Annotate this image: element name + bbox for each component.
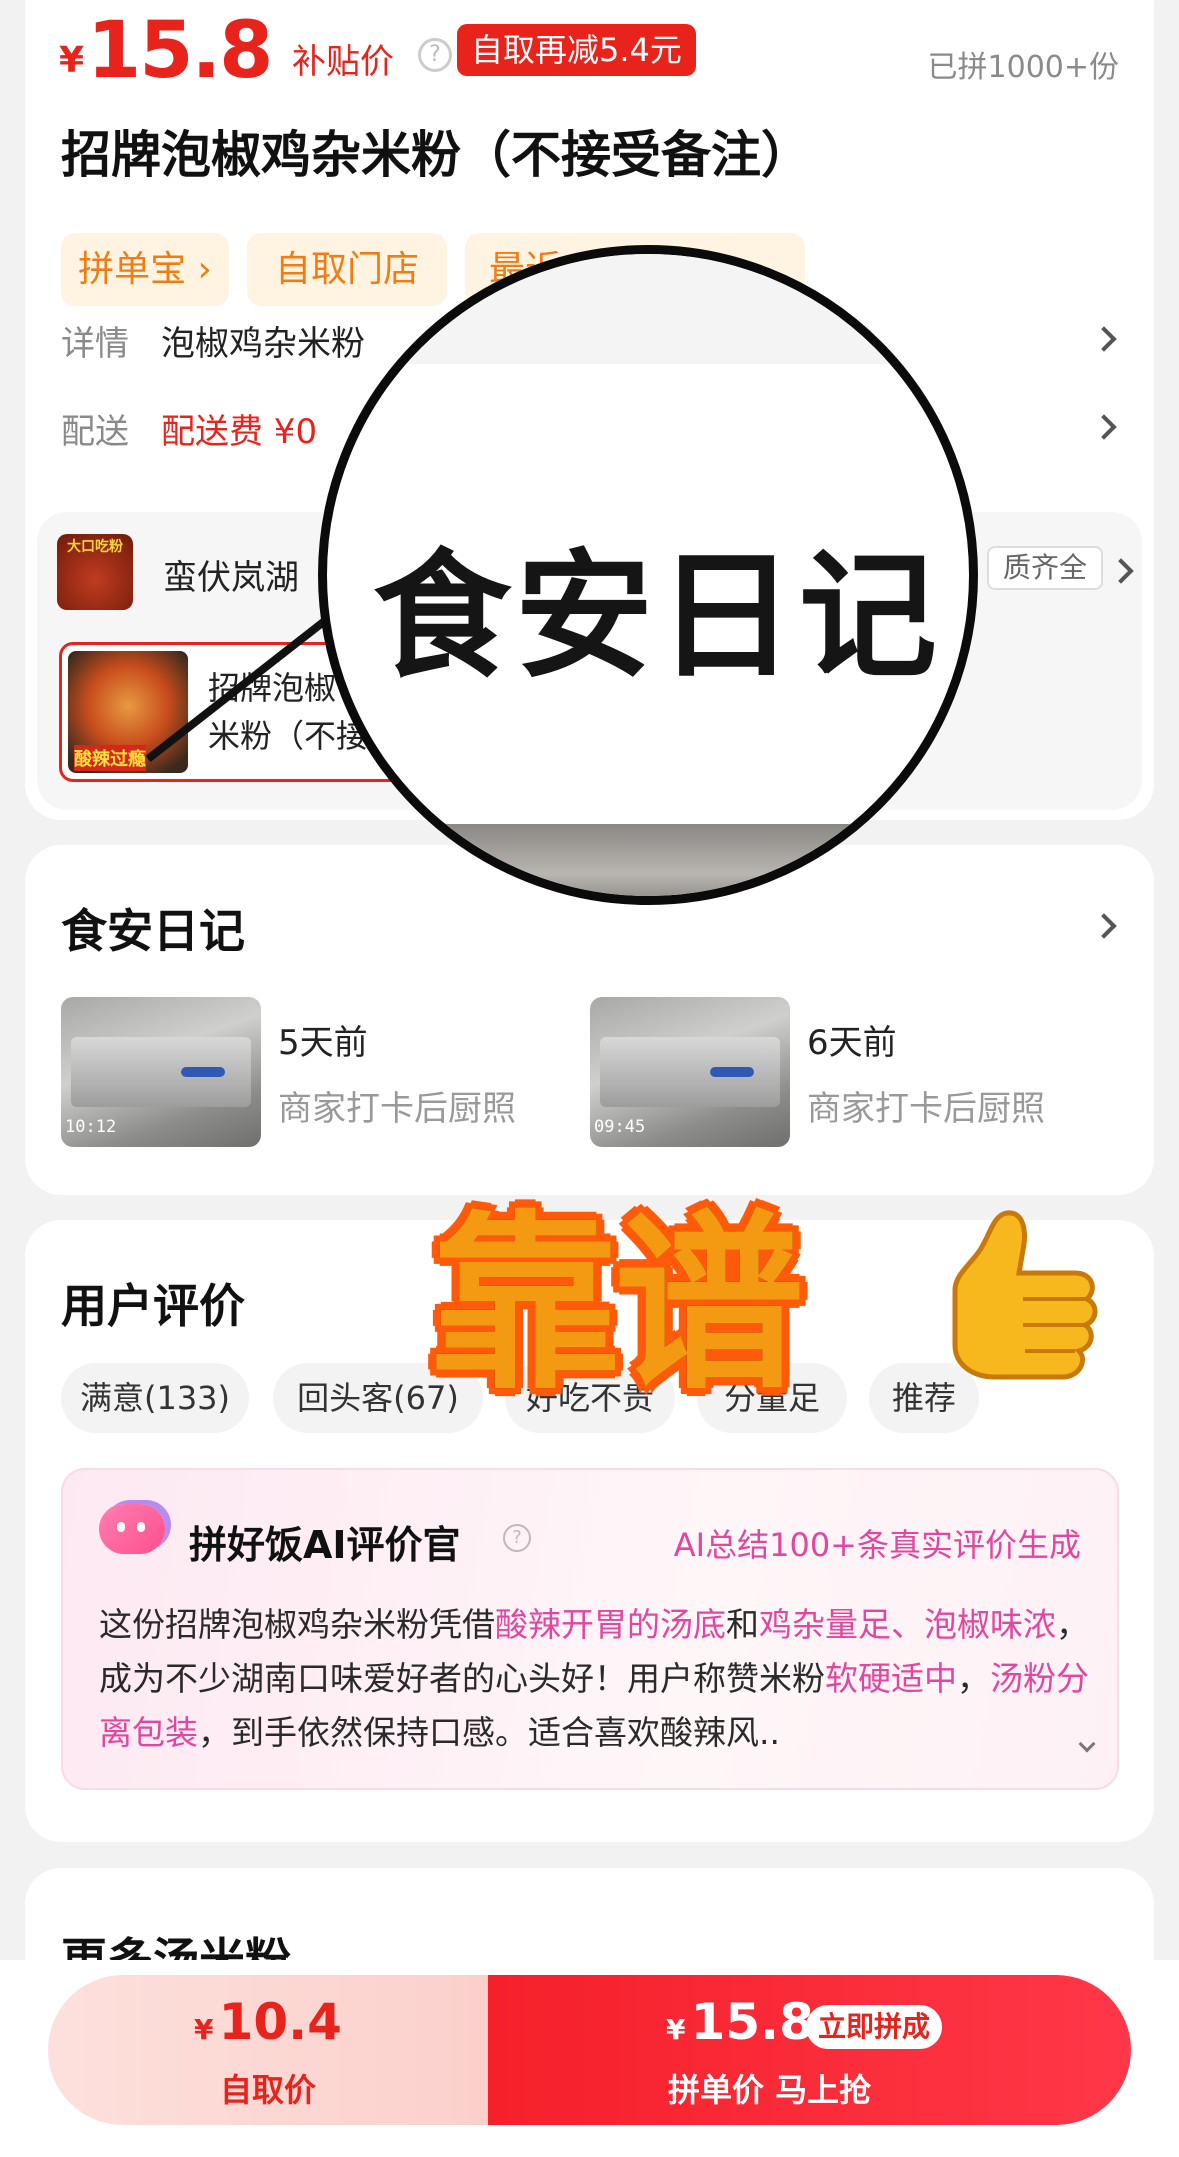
reviews-title: 用户评价 <box>61 1279 245 1333</box>
chip-pindanbao[interactable]: 拼单宝 › <box>61 233 229 306</box>
detail-label: 详情 <box>61 324 129 364</box>
pickup-currency: ¥ <box>194 2013 214 2046</box>
review-tag[interactable]: 满意(133) <box>61 1363 249 1433</box>
magnifier-lens: 食安日记 <box>318 245 978 905</box>
ai-avatar-icon <box>99 1504 165 1554</box>
group-badge: 立即拼成 <box>806 2005 943 2049</box>
group-buy-button[interactable]: ¥ 15.8 立即拼成 拼单价 马上抢 <box>488 1975 1131 2125</box>
chevron-right-icon <box>1091 414 1117 440</box>
store-name: 蛮伏岚湖 <box>163 558 299 598</box>
diary-photo-1[interactable]: 10:12 <box>61 997 261 1147</box>
price-row: ¥ 15.8 补贴价 ? 自取再减5.4元 已拼1000+份 <box>59 6 1119 100</box>
question-circle-icon[interactable]: ? <box>503 1524 531 1552</box>
pickup-label: 自取价 <box>219 2071 316 2109</box>
question-circle-icon[interactable]: ? <box>418 38 452 72</box>
ai-title: 拼好饭AI评价官 <box>189 1523 461 1567</box>
price-currency: ¥ <box>59 40 85 81</box>
diary-entry-desc: 商家打卡后厨照 <box>807 1089 1045 1129</box>
store-logo: 大口吃粉 <box>57 534 133 610</box>
item-thumbnail: 酸辣过瘾 <box>68 651 188 773</box>
sold-count: 已拼1000+份 <box>927 50 1119 85</box>
price-value: 15.8 <box>87 6 273 96</box>
diary-photo-2[interactable]: 09:45 <box>590 997 790 1147</box>
pickup-button[interactable]: ¥ 10.4 自取价 <box>48 1975 488 2125</box>
delivery-value: 配送费 ¥0 <box>161 412 318 452</box>
chevron-right-icon <box>1091 326 1117 352</box>
delivery-label: 配送 <box>61 412 129 452</box>
chevron-right-icon <box>1108 558 1134 584</box>
diary-entry-time: 5天前 <box>278 1023 368 1063</box>
group-currency: ¥ <box>666 2013 686 2046</box>
discount-badge: 自取再减5.4元 <box>457 24 696 76</box>
group-price: 15.8 <box>690 1993 814 2051</box>
ai-review-text: 这份招牌泡椒鸡杂米粉凭借酸辣开胃的汤底和鸡杂量足、泡椒味浓，成为不少湖南口味爱好… <box>99 1605 1089 1752</box>
ai-review-panel[interactable]: 拼好饭AI评价官 ? AI总结100+条真实评价生成 这份招牌泡椒鸡杂米粉凭借酸… <box>61 1468 1119 1790</box>
qual-badge: 质齐全 <box>987 546 1104 590</box>
diary-title: 食安日记 <box>61 904 245 958</box>
item-name-line2: 米粉（不接 <box>208 717 369 755</box>
price-label: 补贴价 <box>292 42 394 82</box>
chevron-right-icon <box>1091 913 1117 939</box>
ai-summary-note: AI总结100+条真实评价生成 <box>673 1526 1081 1564</box>
diary-entry-time: 6天前 <box>807 1023 897 1063</box>
diary-entry-desc: 商家打卡后厨照 <box>278 1089 516 1129</box>
group-label: 拼单价 马上抢 <box>668 2071 872 2109</box>
product-title: 招牌泡椒鸡杂米粉（不接受备注） <box>61 126 811 184</box>
sticker-text: 靠谱 <box>430 1194 804 1415</box>
chevron-right-icon: › <box>186 249 212 290</box>
pickup-price: 10.4 <box>218 1993 342 2051</box>
thumbs-up-icon <box>915 1195 1115 1395</box>
magnified-text: 食安日记 <box>372 536 941 697</box>
